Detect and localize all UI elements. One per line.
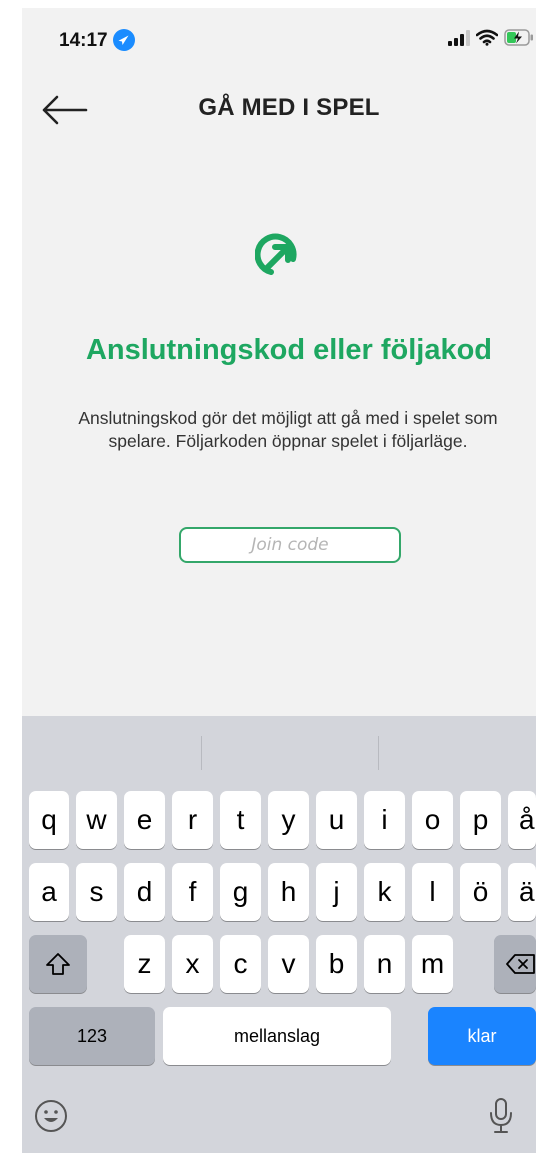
key-y[interactable]: y — [268, 791, 309, 849]
location-arrow-icon — [113, 29, 135, 51]
delete-icon — [506, 954, 535, 974]
battery-charging-icon — [504, 29, 534, 51]
key-j[interactable]: j — [316, 863, 357, 921]
headline: Anslutningskod eller följakod — [85, 334, 493, 366]
key-r[interactable]: r — [172, 791, 213, 849]
key-s[interactable]: s — [76, 863, 117, 921]
key-aring[interactable]: å — [508, 791, 536, 849]
emoji-icon — [35, 1100, 67, 1132]
status-indicators — [448, 28, 534, 52]
app-screen: 14:17 GÅ MED I SPEL Anslutningskod eller… — [22, 8, 536, 1153]
join-game-logo-icon — [254, 233, 301, 279]
shift-key[interactable] — [29, 935, 87, 993]
key-g[interactable]: g — [220, 863, 261, 921]
key-n[interactable]: n — [364, 935, 405, 993]
delete-key[interactable] — [494, 935, 536, 993]
description-text: Anslutningskod gör det möjligt att gå me… — [78, 408, 498, 451]
key-z[interactable]: z — [124, 935, 165, 993]
key-q[interactable]: q — [29, 791, 69, 849]
key-d[interactable]: d — [124, 863, 165, 921]
microphone-icon — [490, 1098, 512, 1133]
microphone-button[interactable] — [487, 1096, 515, 1136]
key-l[interactable]: l — [412, 863, 453, 921]
key-ouml[interactable]: ö — [460, 863, 501, 921]
key-w[interactable]: w — [76, 791, 117, 849]
key-u[interactable]: u — [316, 791, 357, 849]
key-a[interactable]: a — [29, 863, 69, 921]
done-key[interactable]: klar — [428, 1007, 536, 1065]
key-t[interactable]: t — [220, 791, 261, 849]
keyboard: q w e r t y u i o p å a s d f g h j k l … — [22, 716, 536, 1153]
wifi-icon — [475, 29, 499, 51]
key-k[interactable]: k — [364, 863, 405, 921]
emoji-button[interactable] — [33, 1098, 69, 1134]
key-v[interactable]: v — [268, 935, 309, 993]
status-time: 14:17 — [59, 30, 108, 51]
key-m[interactable]: m — [412, 935, 453, 993]
key-f[interactable]: f — [172, 863, 213, 921]
cellular-signal-icon — [448, 29, 470, 51]
suggestion-divider — [378, 736, 379, 770]
key-auml[interactable]: ä — [508, 863, 536, 921]
key-e[interactable]: e — [124, 791, 165, 849]
page-title: GÅ MED I SPEL — [198, 94, 380, 121]
key-x[interactable]: x — [172, 935, 213, 993]
key-p[interactable]: p — [460, 791, 501, 849]
key-i[interactable]: i — [364, 791, 405, 849]
join-code-input[interactable] — [179, 527, 401, 563]
shift-icon — [46, 953, 70, 975]
key-h[interactable]: h — [268, 863, 309, 921]
status-bar: 14:17 — [22, 8, 536, 68]
space-key[interactable]: mellanslag — [163, 1007, 391, 1065]
key-b[interactable]: b — [316, 935, 357, 993]
key-c[interactable]: c — [220, 935, 261, 993]
numbers-key[interactable]: 123 — [29, 1007, 155, 1065]
key-o[interactable]: o — [412, 791, 453, 849]
suggestion-divider — [201, 736, 202, 770]
